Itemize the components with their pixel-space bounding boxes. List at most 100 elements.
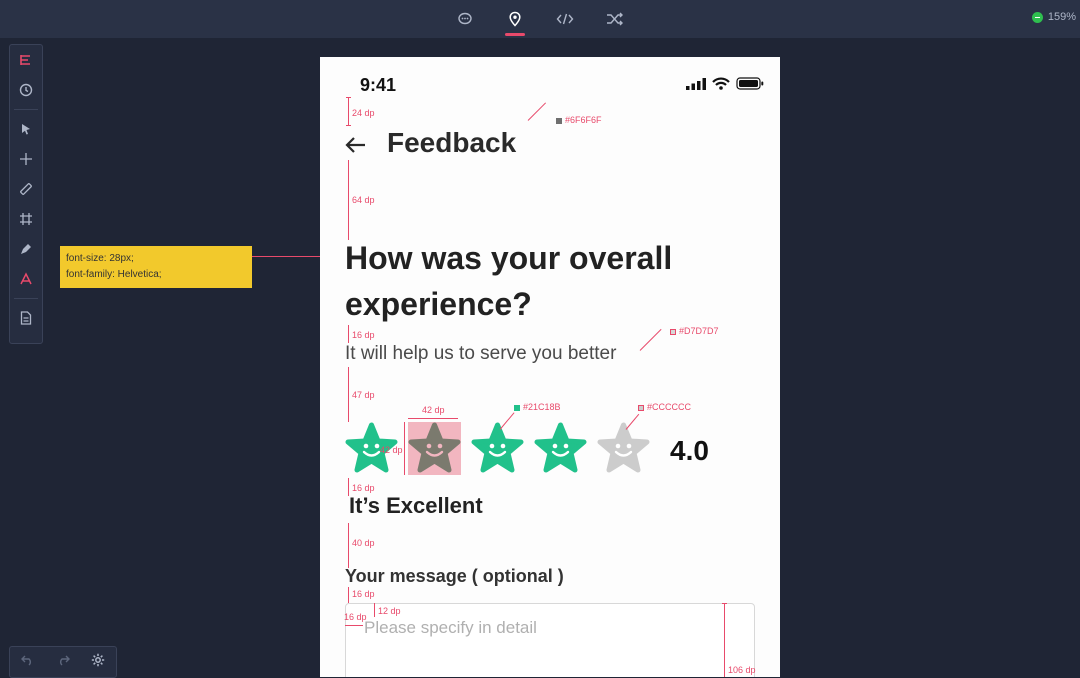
spacing-label: 106 dp bbox=[728, 665, 756, 675]
page-title: Feedback bbox=[387, 127, 517, 158]
color-hex: #21C18B bbox=[523, 402, 561, 412]
status-time: 9:41 bbox=[360, 75, 397, 95]
spacing-label: 16 dp bbox=[344, 612, 367, 622]
color-hex: #D7D7D7 bbox=[679, 326, 719, 336]
measure-line bbox=[724, 603, 725, 677]
phone-artboard: 9:41 Feedback How was your overall exper… bbox=[320, 57, 780, 677]
message-input[interactable] bbox=[346, 604, 754, 677]
tab-inspect[interactable] bbox=[500, 0, 530, 38]
measure-line bbox=[345, 625, 363, 626]
tool-document[interactable] bbox=[10, 303, 42, 333]
smiley-star-icon bbox=[534, 422, 587, 473]
spacing-label: 24 dp bbox=[352, 108, 375, 118]
color-label-empty: #CCCCCC bbox=[638, 402, 691, 412]
zoom-indicator[interactable]: 159% bbox=[1031, 11, 1076, 23]
tool-frame[interactable] bbox=[10, 204, 42, 234]
crosshair-icon bbox=[20, 153, 32, 165]
gear-icon bbox=[92, 653, 105, 666]
tool-text[interactable] bbox=[10, 264, 42, 294]
code-icon bbox=[556, 13, 574, 25]
location-pin-icon bbox=[509, 11, 521, 27]
rating-label: It’s Excellent bbox=[349, 493, 483, 518]
tool-measure[interactable] bbox=[10, 174, 42, 204]
measure-line bbox=[374, 603, 375, 617]
measure-line bbox=[348, 523, 349, 568]
color-label-title: #6F6F6F bbox=[556, 115, 602, 125]
smiley-star-icon bbox=[471, 422, 524, 473]
color-swatch bbox=[638, 404, 644, 411]
comment-icon bbox=[458, 12, 472, 25]
undo-icon bbox=[20, 655, 31, 666]
tool-move[interactable] bbox=[10, 144, 42, 174]
tab-shuffle[interactable] bbox=[600, 0, 630, 38]
spacing-label: 42 dp bbox=[422, 405, 445, 415]
star-2[interactable] bbox=[408, 422, 461, 475]
smiley-star-icon bbox=[408, 422, 461, 473]
left-tool-panel bbox=[9, 44, 43, 344]
clock-icon bbox=[19, 83, 33, 97]
shuffle-icon bbox=[607, 12, 623, 26]
history-controls bbox=[9, 646, 117, 678]
measure-cap bbox=[346, 97, 351, 98]
tab-code[interactable] bbox=[550, 0, 580, 38]
tool-divider bbox=[14, 298, 38, 299]
rating-value: 4.0 bbox=[670, 435, 709, 466]
spacing-label: 64 dp bbox=[352, 195, 375, 205]
text-tool-icon bbox=[20, 272, 32, 285]
battery-icon bbox=[736, 77, 764, 90]
color-swatch bbox=[514, 404, 520, 411]
color-leader-line bbox=[639, 328, 662, 351]
spacing-label: 42 dp bbox=[380, 445, 403, 455]
color-swatch bbox=[670, 328, 676, 335]
top-toolbar: 159% bbox=[0, 0, 1080, 38]
tool-divider bbox=[14, 109, 38, 110]
star-5[interactable] bbox=[597, 422, 650, 475]
signal-icon bbox=[686, 77, 706, 90]
measure-line bbox=[404, 422, 405, 475]
measure-line bbox=[348, 587, 349, 603]
measure-line bbox=[348, 478, 349, 496]
tool-pen[interactable] bbox=[10, 234, 42, 264]
tooltip-line: font-family: Helvetica; bbox=[66, 269, 162, 280]
pen-icon bbox=[21, 244, 31, 254]
zoom-label: 159% bbox=[1047, 11, 1076, 23]
arrow-left-icon bbox=[345, 137, 365, 153]
measure-line bbox=[348, 160, 349, 240]
tool-layers[interactable] bbox=[10, 45, 42, 75]
smiley-star-icon bbox=[597, 422, 650, 473]
color-hex: #CCCCCC bbox=[647, 402, 692, 412]
message-label: Your message ( optional ) bbox=[345, 566, 564, 586]
color-label-sub: #D7D7D7 bbox=[670, 326, 719, 336]
redo-icon bbox=[59, 655, 70, 666]
layers-icon bbox=[20, 55, 30, 65]
spacing-label: 12 dp bbox=[378, 606, 401, 616]
color-label-star: #21C18B bbox=[514, 402, 561, 412]
tool-select[interactable] bbox=[10, 114, 42, 144]
star-4[interactable] bbox=[534, 422, 587, 475]
document-icon bbox=[20, 311, 32, 325]
mode-tabs bbox=[450, 0, 630, 38]
spacing-label: 16 dp bbox=[352, 589, 375, 599]
message-field[interactable] bbox=[345, 603, 755, 677]
spacing-label: 40 dp bbox=[352, 538, 375, 548]
spacing-label: 16 dp bbox=[352, 483, 375, 493]
frame-icon bbox=[20, 213, 32, 225]
undo-button[interactable] bbox=[20, 653, 35, 671]
back-button[interactable] bbox=[344, 133, 368, 162]
color-hex: #6F6F6F bbox=[565, 115, 602, 125]
measure-line bbox=[348, 325, 349, 343]
measure-cap bbox=[346, 125, 351, 126]
tooltip-line: font-size: 28px; bbox=[66, 253, 134, 264]
color-swatch bbox=[556, 117, 562, 124]
cursor-icon bbox=[22, 124, 30, 135]
measure-line bbox=[408, 418, 458, 419]
star-3[interactable] bbox=[471, 422, 524, 475]
status-icons bbox=[686, 77, 764, 90]
redo-button[interactable] bbox=[56, 653, 70, 671]
wifi-icon bbox=[712, 77, 730, 90]
tool-history[interactable] bbox=[10, 75, 42, 105]
settings-button[interactable] bbox=[91, 653, 105, 672]
css-inspect-tooltip: font-size: 28px; font-family: Helvetica; bbox=[60, 246, 252, 288]
measure-line bbox=[348, 367, 349, 422]
tab-comments[interactable] bbox=[450, 0, 480, 38]
